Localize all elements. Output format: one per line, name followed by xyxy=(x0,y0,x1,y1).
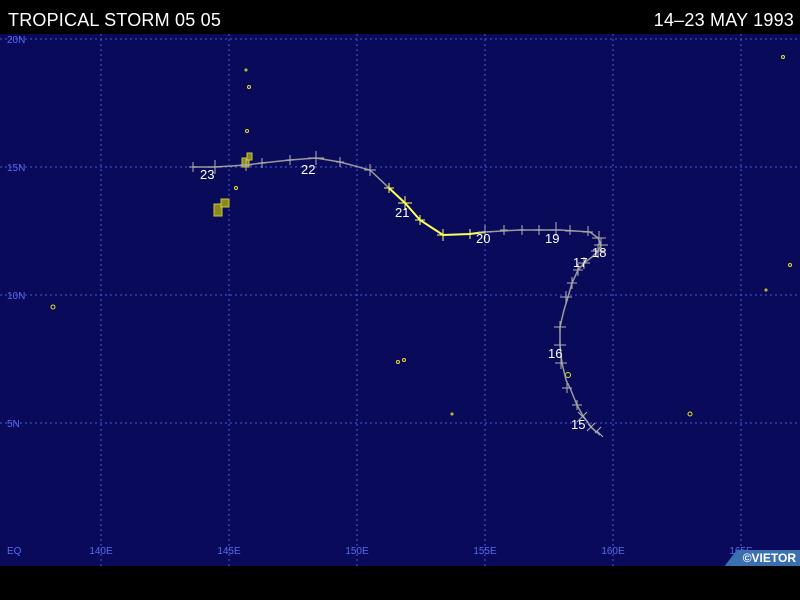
grid-lines xyxy=(0,34,800,566)
lon-label-150e: 150E xyxy=(345,546,369,557)
footer-bar xyxy=(0,566,800,600)
lon-label-155e: 155E xyxy=(473,546,497,557)
atoll-11 xyxy=(781,55,785,59)
atoll-2 xyxy=(247,85,251,89)
lon-label-145e: 145E xyxy=(217,546,241,557)
credit-badge: ©VIETOR xyxy=(724,550,800,566)
day-label-21: 21 xyxy=(395,205,409,220)
day-label-22: 22 xyxy=(301,162,315,177)
atoll-10 xyxy=(687,411,693,417)
track-depression-west xyxy=(193,157,390,189)
map-overlay: 20N 15N 10N 5N EQ 140E 145E 150E 155E 16… xyxy=(0,34,800,566)
day-label-19: 19 xyxy=(545,231,559,246)
atoll-5 xyxy=(50,304,56,310)
day-label-17: 17 xyxy=(573,255,587,270)
day-label-15: 15 xyxy=(571,417,585,432)
lon-label-140e: 140E xyxy=(89,546,113,557)
atoll-6 xyxy=(396,360,400,364)
atoll-13 xyxy=(764,288,768,292)
atoll-12 xyxy=(788,263,792,267)
island-tinian xyxy=(246,152,253,161)
atoll-3 xyxy=(245,129,249,133)
lon-label-160e: 160E xyxy=(601,546,625,557)
lat-label-5n: 5N xyxy=(7,419,20,430)
lat-label-20n: 20N xyxy=(7,35,25,46)
atoll-9 xyxy=(565,372,571,378)
atoll-1 xyxy=(244,68,248,72)
atoll-7 xyxy=(402,358,406,362)
track-ticks xyxy=(478,222,608,438)
lat-label-eq: EQ xyxy=(7,546,22,557)
day-label-16: 16 xyxy=(548,346,562,361)
lat-label-10n: 10N xyxy=(7,291,25,302)
island-rota xyxy=(220,198,230,208)
day-label-18: 18 xyxy=(592,245,606,260)
atoll-4 xyxy=(234,186,238,190)
lat-label-15n: 15N xyxy=(7,163,25,174)
atoll-8 xyxy=(450,412,454,416)
atolls xyxy=(50,55,792,417)
day-label-20: 20 xyxy=(476,231,490,246)
day-label-23: 23 xyxy=(200,167,214,182)
